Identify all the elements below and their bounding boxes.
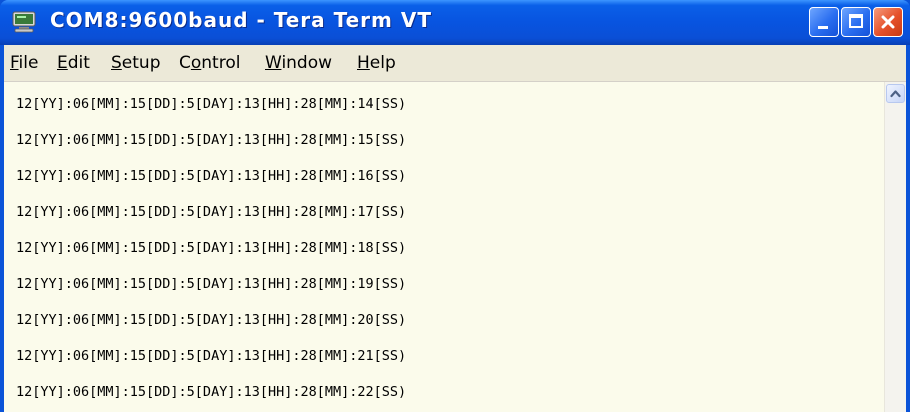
menu-edit[interactable]: Edit (57, 53, 90, 73)
close-button[interactable] (873, 7, 903, 37)
terminal-line: 12[YY]:06[MM]:15[DD]:5[DAY]:13[HH]:28[MM… (16, 312, 407, 328)
terminal-line: 12[YY]:06[MM]:15[DD]:5[DAY]:13[HH]:28[MM… (16, 96, 407, 112)
terminal-output[interactable]: 12[YY]:06[MM]:15[DD]:5[DAY]:13[HH]:28[MM… (4, 82, 884, 412)
menu-window[interactable]: Window (265, 53, 332, 73)
scroll-up-button[interactable] (886, 84, 905, 103)
minimize-button[interactable] (809, 7, 839, 37)
menu-control[interactable]: Control (179, 53, 240, 73)
client-area: 12[YY]:06[MM]:15[DD]:5[DAY]:13[HH]:28[MM… (4, 82, 906, 412)
vertical-scrollbar[interactable] (884, 82, 906, 412)
terminal-line: 12[YY]:06[MM]:15[DD]:5[DAY]:13[HH]:28[MM… (16, 132, 407, 148)
menu-setup[interactable]: Setup (111, 53, 161, 73)
tera-term-window: COM8:9600baud - Tera Term VT File Edit S… (0, 0, 910, 412)
menu-file[interactable]: File (10, 53, 38, 73)
terminal-line: 12[YY]:06[MM]:15[DD]:5[DAY]:13[HH]:28[MM… (16, 240, 407, 256)
menu-help[interactable]: Help (357, 53, 396, 73)
terminal-line: 12[YY]:06[MM]:15[DD]:5[DAY]:13[HH]:28[MM… (16, 384, 407, 400)
scroll-up-arrow-icon (890, 90, 901, 98)
title-bar[interactable]: COM8:9600baud - Tera Term VT (0, 0, 910, 45)
maximize-icon (849, 14, 863, 28)
terminal-line: 12[YY]:06[MM]:15[DD]:5[DAY]:13[HH]:28[MM… (16, 276, 407, 292)
terminal-line: 12[YY]:06[MM]:15[DD]:5[DAY]:13[HH]:28[MM… (16, 204, 407, 220)
terminal-line: 12[YY]:06[MM]:15[DD]:5[DAY]:13[HH]:28[MM… (16, 348, 407, 364)
close-icon (881, 15, 895, 29)
maximize-button[interactable] (841, 7, 871, 37)
minimize-icon (818, 26, 828, 29)
window-title: COM8:9600baud - Tera Term VT (50, 8, 432, 32)
menu-bar: File Edit Setup Control Window Help (4, 45, 906, 82)
terminal-line: 12[YY]:06[MM]:15[DD]:5[DAY]:13[HH]:28[MM… (16, 168, 407, 184)
tera-term-icon[interactable] (12, 11, 38, 33)
